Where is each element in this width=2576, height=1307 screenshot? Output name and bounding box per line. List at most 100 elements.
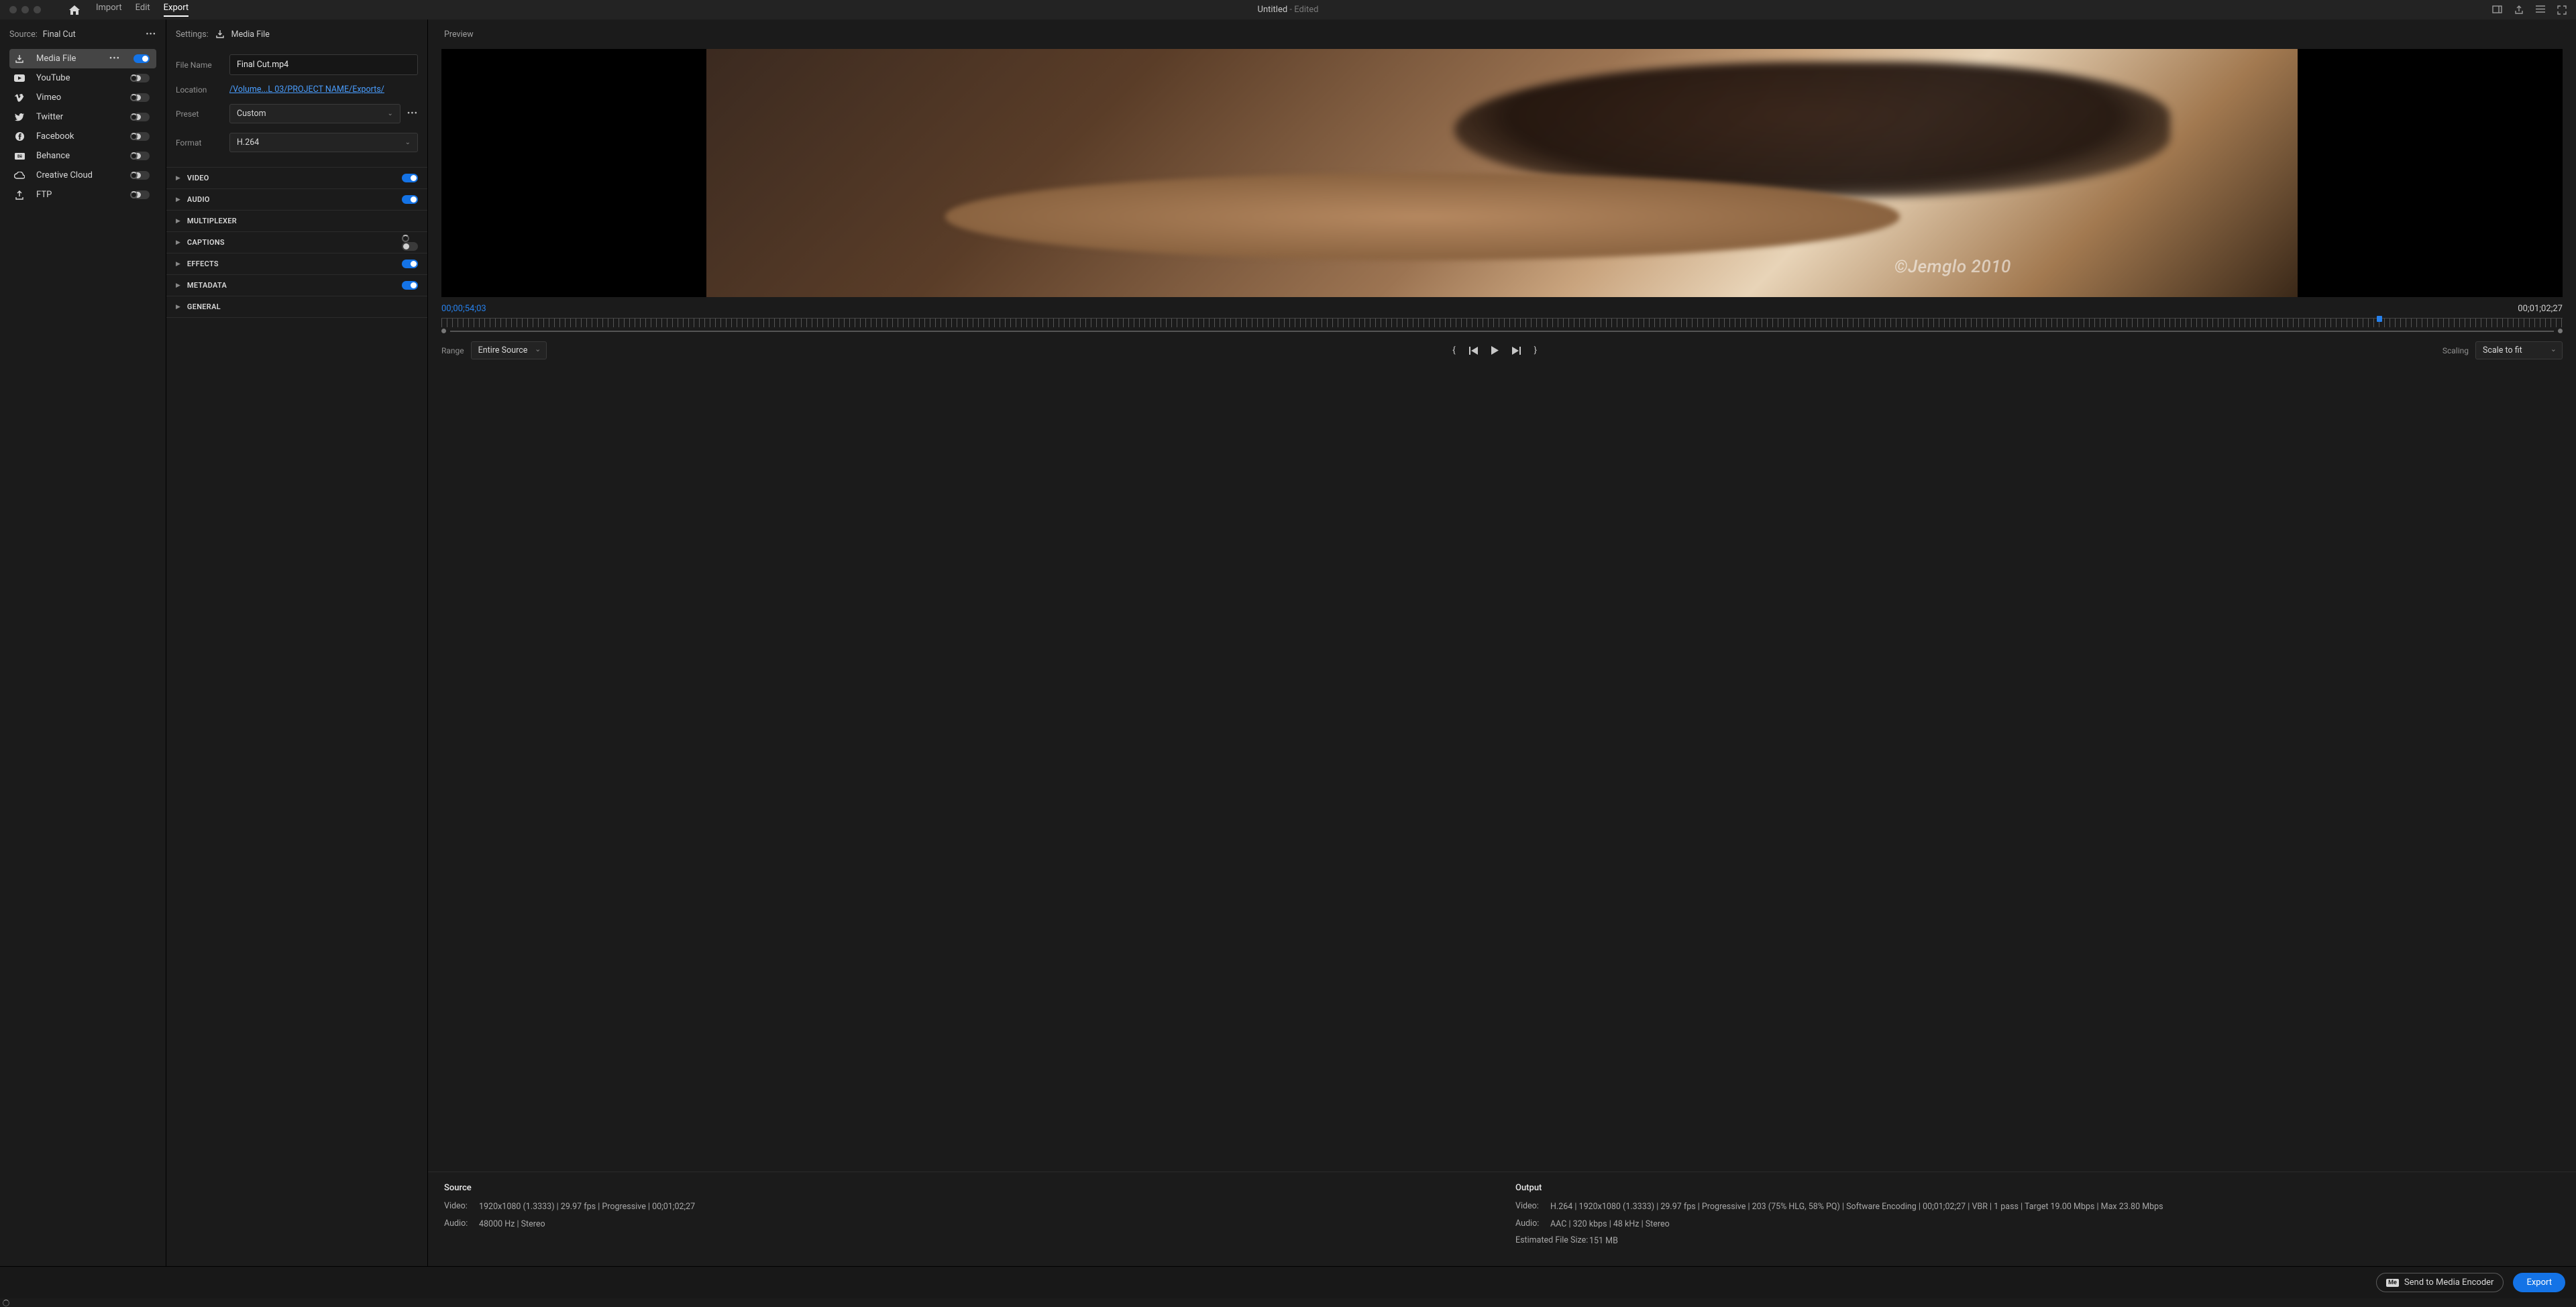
play-icon[interactable] [1491, 346, 1499, 355]
send-to-encoder-button[interactable]: MeSend to Media Encoder [2376, 1273, 2504, 1292]
document-title: Untitled - Edited [1258, 5, 1319, 15]
dest-icon [13, 74, 25, 82]
nav-import[interactable]: Import [96, 3, 122, 17]
range-select[interactable]: Entire Source [471, 341, 547, 359]
step-back-icon[interactable] [1469, 347, 1478, 355]
accordion-multiplexer[interactable]: ▶ MULTIPLEXER [166, 211, 427, 232]
dest-icon [13, 54, 25, 64]
mark-in-icon[interactable]: { [1452, 345, 1455, 355]
dest-label: Media File [36, 54, 99, 64]
share-icon[interactable] [2514, 5, 2524, 15]
dest-icon: Bē [13, 153, 25, 160]
menu-icon[interactable] [2536, 5, 2545, 15]
settings-panel: Settings: Media File File Name Location … [166, 19, 428, 1266]
dest-behance[interactable]: Bē Behance [9, 146, 156, 166]
fullscreen-icon[interactable] [2557, 5, 2567, 15]
dest-icon [13, 172, 25, 179]
dest-toggle[interactable] [133, 54, 150, 63]
section-label: AUDIO [187, 195, 395, 204]
scrub-track[interactable] [450, 331, 2554, 332]
accordion-general[interactable]: ▶GENERAL [166, 296, 427, 318]
dest-label: Behance [36, 151, 119, 161]
spinner-icon [130, 74, 138, 82]
output-video-info: H.264 | 1920x1080 (1.3333) | 29.97 fps |… [1550, 1201, 2560, 1214]
section-toggle[interactable] [402, 174, 418, 182]
accordion-captions[interactable]: ▶CAPTIONS [166, 232, 427, 253]
dest-label: Twitter [36, 112, 119, 122]
spinner-icon [130, 191, 138, 198]
accordion-audio[interactable]: ▶ AUDIO [166, 189, 427, 211]
step-fwd-icon[interactable] [1512, 347, 1521, 355]
output-audio-info: AAC | 320 kbps | 48 kHz | Stereo [1550, 1218, 2560, 1231]
chevron-down-icon: ⌄ [405, 139, 411, 146]
section-toggle[interactable] [402, 195, 418, 204]
chevron-right-icon: ▶ [176, 282, 180, 289]
source-more-icon[interactable]: ••• [146, 30, 156, 40]
dest-more-icon[interactable]: ••• [109, 54, 120, 64]
accordion-effects[interactable]: ▶ EFFECTS [166, 253, 427, 275]
settings-label: Settings: [176, 30, 209, 40]
dest-facebook[interactable]: Facebook [9, 127, 156, 146]
chevron-right-icon: ▶ [176, 196, 180, 203]
playhead[interactable] [2377, 316, 2382, 322]
dest-label: YouTube [36, 73, 119, 83]
section-toggle[interactable] [402, 242, 418, 251]
nav-export[interactable]: Export [164, 3, 189, 17]
statusbar [0, 1298, 2576, 1307]
dest-ftp[interactable]: FTP [9, 185, 156, 205]
spinner-icon [402, 235, 409, 242]
time-current: 00;00;54;03 [441, 304, 486, 314]
sources-panel: Source: Final Cut ••• Media File•••YouTu… [0, 19, 166, 1266]
spinner-icon [130, 133, 138, 140]
home-icon[interactable] [69, 5, 80, 15]
window-traffic-lights[interactable] [9, 6, 41, 13]
section-toggle[interactable] [402, 260, 418, 268]
svg-text:Bē: Bē [17, 154, 22, 159]
source-value: Final Cut [43, 30, 76, 40]
nav-edit[interactable]: Edit [136, 3, 150, 17]
spinner-icon [130, 152, 138, 160]
preset-select[interactable]: Custom⌄ [229, 104, 400, 123]
workspace-icon[interactable] [2492, 5, 2502, 15]
mark-out-icon[interactable]: } [1534, 345, 1537, 355]
dest-icon [13, 113, 25, 121]
accordion-metadata[interactable]: ▶METADATA [166, 275, 427, 296]
source-audio-info: 48000 Hz | Stereo [479, 1218, 1489, 1231]
scaling-select[interactable]: Scale to fit [2475, 341, 2563, 359]
video-preview[interactable]: ©Jemglo 2010 [441, 49, 2563, 297]
section-label: GENERAL [187, 302, 418, 311]
filename-label: File Name [176, 60, 229, 70]
dest-media-file[interactable]: Media File ••• [9, 49, 156, 68]
location-link[interactable]: /Volume...L 03/PROJECT NAME/Exports/ [229, 84, 384, 95]
media-encoder-icon: Me [2386, 1279, 2399, 1287]
timeline-ruler[interactable] [441, 318, 2563, 327]
chevron-right-icon: ▶ [176, 261, 180, 268]
dest-youtube[interactable]: YouTube [9, 68, 156, 88]
accordion-video[interactable]: ▶ VIDEO [166, 168, 427, 189]
time-end: 00;01;02;27 [2518, 304, 2563, 314]
watermark: ©Jemglo 2010 [1894, 257, 2011, 277]
section-label: MULTIPLEXER [187, 217, 418, 225]
chevron-right-icon: ▶ [176, 175, 180, 182]
dest-vimeo[interactable]: Vimeo [9, 88, 156, 107]
preview-panel: Preview ©Jemglo 2010 00;00;54;03 00;01;0… [428, 19, 2576, 1266]
section-toggle[interactable] [402, 281, 418, 290]
summary-source-title: Source [444, 1183, 1489, 1193]
summary: Source Video:1920x1080 (1.3333) | 29.97 … [428, 1172, 2576, 1266]
section-label: EFFECTS [187, 260, 395, 268]
dest-icon [13, 190, 25, 200]
export-button[interactable]: Export [2513, 1273, 2565, 1292]
format-label: Format [176, 138, 229, 148]
settings-target: Media File [231, 30, 270, 40]
filename-input[interactable] [229, 54, 418, 75]
dest-twitter[interactable]: Twitter [9, 107, 156, 127]
preset-label: Preset [176, 109, 229, 119]
preset-more-icon[interactable]: ••• [407, 109, 418, 119]
chevron-right-icon: ▶ [176, 218, 180, 225]
format-select[interactable]: H.264⌄ [229, 133, 418, 152]
dest-label: Facebook [36, 131, 119, 141]
scaling-label: Scaling [2443, 346, 2469, 355]
section-label: VIDEO [187, 174, 395, 182]
dest-creative-cloud[interactable]: Creative Cloud [9, 166, 156, 185]
range-label: Range [441, 346, 464, 355]
